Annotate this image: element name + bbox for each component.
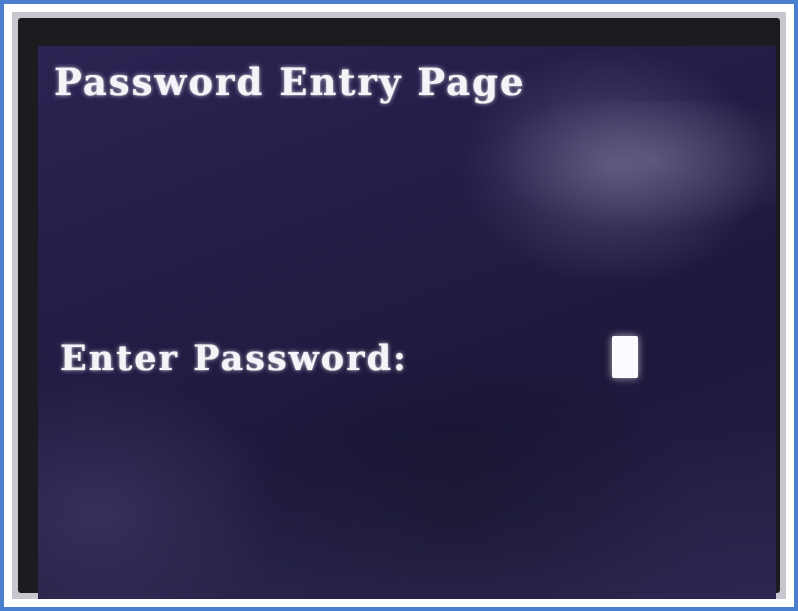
- screen-glare: [488, 101, 776, 231]
- display-screen: Password Entry Page Enter Password:: [38, 46, 776, 599]
- screen-shade: [38, 429, 776, 599]
- password-cursor-holder: [608, 336, 644, 380]
- password-label: Enter Password:: [60, 338, 408, 379]
- block-cursor-icon: [612, 336, 638, 378]
- page-title: Password Entry Page: [54, 60, 526, 104]
- photo-frame: Password Entry Page Enter Password:: [0, 0, 798, 611]
